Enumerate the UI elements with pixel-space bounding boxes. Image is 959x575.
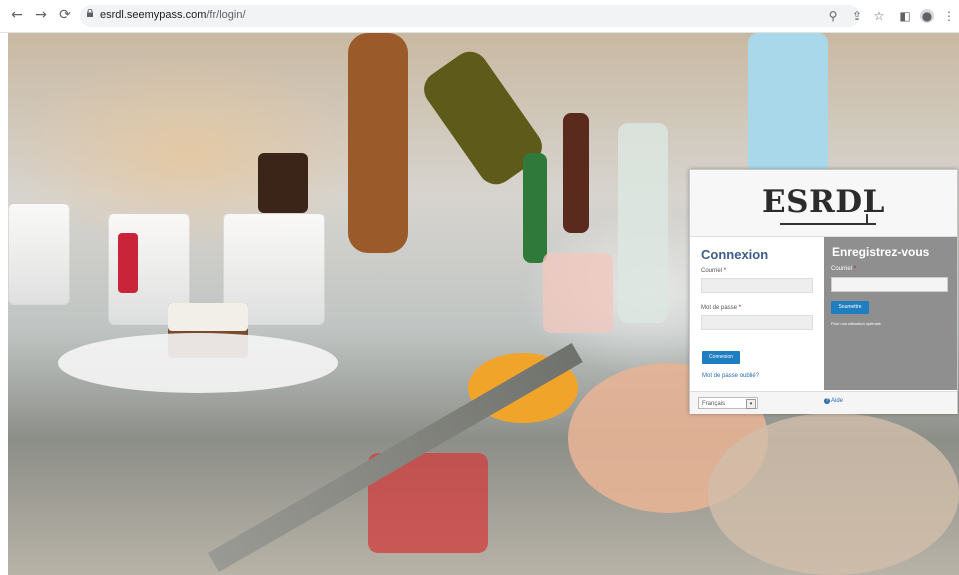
login-section: Connexion Courriel * Mot de passe * Conn… [690, 237, 823, 390]
plate [58, 333, 338, 393]
help-icon: ? [824, 398, 830, 404]
dessert-glass [8, 203, 70, 305]
back-icon[interactable]: ← [8, 6, 26, 24]
sidepanel-icon[interactable]: ◧ [898, 9, 912, 23]
logo-tick [866, 214, 868, 224]
register-note: Pour uns utilisation optimale [831, 321, 882, 326]
profile-avatar-icon[interactable]: ● [920, 9, 934, 23]
forgot-password-link[interactable]: Mot de passe oublié? [702, 373, 759, 379]
register-email-field[interactable] [831, 277, 948, 292]
share-icon[interactable]: ⇪ [850, 9, 864, 23]
chevron-down-icon[interactable]: ▾ [746, 399, 756, 409]
berry-layer [118, 233, 138, 293]
language-select[interactable]: Français ▾ [698, 397, 758, 409]
pepper-mill [348, 33, 408, 253]
help-link[interactable]: ? Aide [824, 398, 843, 404]
register-submit-button[interactable]: Soumettre [831, 301, 869, 314]
green-bottle [523, 153, 547, 263]
blue-glove [748, 33, 828, 173]
cake-cream [168, 303, 248, 331]
zoom-icon[interactable]: ⚲ [826, 9, 840, 23]
lock-icon [87, 9, 93, 17]
water-bottle [618, 123, 668, 323]
register-section: Enregistrez-vous Courriel * Soumettre Po… [824, 237, 957, 390]
logo-header: ESRDL [690, 170, 957, 237]
logo-underline [780, 223, 876, 225]
esrdl-logo: ESRDL [762, 184, 885, 220]
password-field[interactable] [701, 315, 813, 330]
sauce-bottle [258, 153, 308, 213]
dessert-cup [543, 253, 613, 333]
forward-icon[interactable]: → [32, 6, 50, 24]
dark-bottle [563, 113, 589, 233]
browser-toolbar: ← → ⟳ esrdl.seemypass.com/fr/login/ ⚲ ⇪ … [0, 0, 959, 33]
url-text[interactable]: esrdl.seemypass.com/fr/login/ [100, 9, 246, 21]
login-panel: ESRDL Connexion Courriel * Mot de passe … [689, 169, 958, 414]
email-field[interactable] [701, 278, 813, 293]
password-label: Mot de passe * [701, 305, 742, 311]
menu-kebab-icon[interactable]: ⋮ [942, 9, 956, 23]
login-title: Connexion [701, 247, 769, 262]
register-email-label: Courriel * [831, 266, 857, 272]
login-button[interactable]: Connexion [702, 351, 740, 364]
panel-footer: Français ▾ ? Aide [690, 391, 957, 414]
bookmark-star-icon[interactable]: ☆ [872, 9, 886, 23]
reload-icon[interactable]: ⟳ [56, 6, 74, 24]
blurred-person [708, 413, 959, 575]
register-title: Enregistrez-vous [832, 245, 930, 259]
email-label: Courriel * [701, 268, 727, 274]
